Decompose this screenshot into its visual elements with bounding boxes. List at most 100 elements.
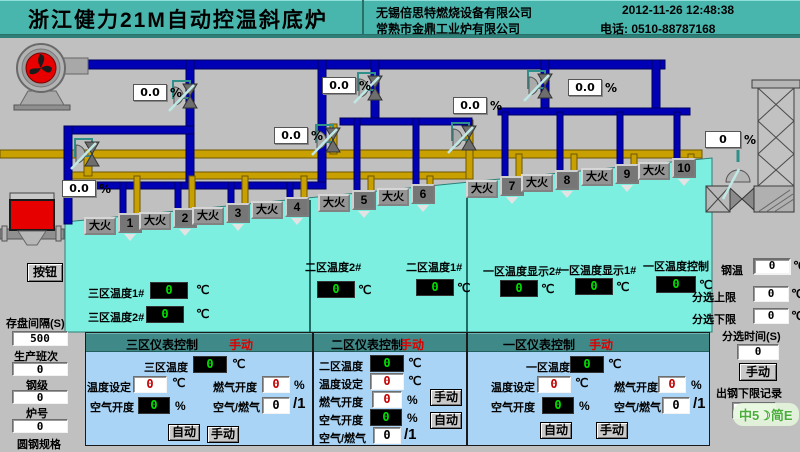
sort-lower-limit-input[interactable]: 0 xyxy=(753,308,789,324)
burner-1-flame-status: 大火 xyxy=(84,217,116,235)
zone2-manual-button[interactable]: 手动 xyxy=(430,389,462,406)
zone1-setpoint-input[interactable]: 0 xyxy=(537,376,571,393)
zone2-temp-label: 二区温度 xyxy=(319,358,363,374)
zone3-temp-label: 三区温度 xyxy=(144,359,188,375)
sort-time-label: 分选时间(S) xyxy=(722,328,781,344)
zone2-temp2-value: 0 xyxy=(317,281,355,298)
zone1-manual-button[interactable]: 手动 xyxy=(596,422,628,439)
zone3-auto-button[interactable]: 自动 xyxy=(168,424,200,441)
valve-readout-3: 0.0% xyxy=(568,79,617,96)
burner-6-flame-status: 大火 xyxy=(377,188,409,206)
sidebar-button[interactable]: 按钮 xyxy=(27,263,63,282)
zone3-gas-unit: % xyxy=(294,378,305,392)
zone3-setpoint-label: 温度设定 xyxy=(87,379,131,395)
zone3-air-label: 空气开度 xyxy=(90,399,134,415)
zone3-gas-input[interactable]: 0 xyxy=(262,376,290,393)
zone1-air-label: 空气开度 xyxy=(491,399,535,415)
zone1-ratio-label: 空气/燃气 xyxy=(614,399,661,415)
damper-value: 0 xyxy=(705,131,741,148)
sort-upper-limit-input[interactable]: 0 xyxy=(753,286,789,302)
zone1-panel-title: 一区仪表控制 xyxy=(503,336,575,353)
burner-8-flame-status: 大火 xyxy=(521,174,553,192)
zone3-setpoint-input[interactable]: 0 xyxy=(133,376,167,393)
furnace-number-input[interactable]: 0 xyxy=(12,419,68,433)
valve-readout-1: 0.0% xyxy=(133,84,182,101)
valve-readout-4: 0.0% xyxy=(62,180,111,197)
valve-value: 0.0 xyxy=(322,77,356,94)
zone1-gas-unit: % xyxy=(691,378,702,392)
valve-value: 0.0 xyxy=(62,180,96,197)
valve-value: 0.0 xyxy=(133,84,167,101)
zone1-temp1-value: 0 xyxy=(575,278,613,295)
damper-readout: 0% xyxy=(705,131,756,148)
valve-unit: % xyxy=(311,129,323,143)
zone3-temp1-value: 0 xyxy=(150,282,188,299)
zone3-gas-label: 燃气开度 xyxy=(213,379,257,395)
zone1-temp-control-value: 0 xyxy=(656,276,696,293)
zone1-ratio-input[interactable]: 0 xyxy=(662,397,690,414)
zone2-ratio-unit: /1 xyxy=(404,426,417,443)
zone3-temp-value: 0 xyxy=(193,356,227,373)
burner-5-flame-status: 大火 xyxy=(318,194,350,212)
zone1-ratio-unit: /1 xyxy=(693,395,706,412)
zone2-gas-input[interactable]: 0 xyxy=(372,391,402,408)
zone3-temp2-value: 0 xyxy=(146,306,184,323)
zone3-temp-unit: ℃ xyxy=(232,357,245,371)
zone2-ratio-label: 空气/燃气 xyxy=(319,430,366,446)
zone2-temp2-label: 二区温度2# xyxy=(305,259,361,275)
steel-grade-input[interactable]: 0 xyxy=(12,390,68,404)
zone1-setpoint-label: 温度设定 xyxy=(491,379,535,395)
valve-value: 0.0 xyxy=(453,97,487,114)
zone3-temp1-unit: ℃ xyxy=(196,283,209,297)
valve-unit: % xyxy=(605,81,617,95)
zone1-auto-button[interactable]: 自动 xyxy=(540,422,572,439)
valve-unit: % xyxy=(170,86,182,100)
zone2-setpoint-input[interactable]: 0 xyxy=(370,373,404,390)
steel-tank-icon xyxy=(0,193,64,245)
zone1-temp2-unit: ℃ xyxy=(541,282,554,296)
zone2-auto-button[interactable]: 自动 xyxy=(430,412,462,429)
steel-temp-label: 钢温 xyxy=(721,262,743,278)
burner-3-number: 3 xyxy=(226,203,250,223)
zone2-panel-title: 二区仪表控制 xyxy=(331,336,403,353)
zone2-ratio-input[interactable]: 0 xyxy=(373,427,401,444)
burner-5-number: 5 xyxy=(352,190,376,210)
zone3-temp2-label: 三区温度2# xyxy=(88,309,144,325)
flue-damper-icon[interactable] xyxy=(723,150,750,199)
zone3-panel-header: 三区仪表控制 手动 xyxy=(86,333,312,352)
zone1-gas-input[interactable]: 0 xyxy=(658,376,686,393)
datetime-display: 2012-11-26 12:48:38 xyxy=(622,3,734,17)
zone1-air-value: 0 xyxy=(542,397,574,414)
zone2-temp-unit: ℃ xyxy=(408,356,421,370)
zone1-temp1-unit: ℃ xyxy=(616,280,629,294)
zone3-control-panel: 三区仪表控制 手动 三区温度 0 ℃ 温度设定 0 ℃ 燃气开度 0 % 空气开… xyxy=(85,332,313,446)
zone2-temp1-unit: ℃ xyxy=(457,281,470,295)
zone2-setpoint-label: 温度设定 xyxy=(319,376,363,392)
zone1-temp-control-label: 一区温度控制 xyxy=(643,258,709,274)
zone1-mode-indicator: 手动 xyxy=(589,336,613,353)
zone3-air-value: 0 xyxy=(138,397,170,414)
production-shift-input[interactable]: 0 xyxy=(12,362,68,376)
sort-upper-limit-unit: ℃ xyxy=(791,287,800,301)
save-interval-label: 存盘间隔(S) xyxy=(6,315,65,331)
zone2-temp1-label: 二区温度1# xyxy=(406,259,462,275)
zone3-manual-button[interactable]: 手动 xyxy=(207,426,239,443)
valve-readout-5: 0.0% xyxy=(274,127,323,144)
blower-fan-icon xyxy=(14,44,88,110)
burner-8-number: 8 xyxy=(555,170,579,190)
zone2-air-value: 0 xyxy=(370,409,402,426)
zone2-control-panel: 二区仪表控制 手动 二区温度 0 ℃ 温度设定 0 ℃ 燃气开度 0 % 手动 … xyxy=(313,332,467,446)
zone2-air-unit: % xyxy=(407,411,418,425)
zone3-ratio-input[interactable]: 0 xyxy=(262,397,290,414)
zone1-control-panel: 一区仪表控制 手动 一区温度 0 ℃ 温度设定 0 ℃ 燃气开度 0 % 空气开… xyxy=(467,332,710,446)
zone3-ratio-label: 空气/燃气 xyxy=(213,399,260,415)
zone2-temp2-unit: ℃ xyxy=(358,283,371,297)
zone3-temp1-label: 三区温度1# xyxy=(88,285,144,301)
sort-time-input[interactable]: 0 xyxy=(737,344,779,360)
zone3-air-unit: % xyxy=(175,399,186,413)
zone3-panel-title: 三区仪表控制 xyxy=(126,336,198,353)
burner-3-flame-status: 大火 xyxy=(192,207,224,225)
sort-manual-button[interactable]: 手动 xyxy=(739,363,777,381)
save-interval-input[interactable]: 500 xyxy=(12,331,68,346)
zone1-setpoint-unit: ℃ xyxy=(575,376,588,390)
